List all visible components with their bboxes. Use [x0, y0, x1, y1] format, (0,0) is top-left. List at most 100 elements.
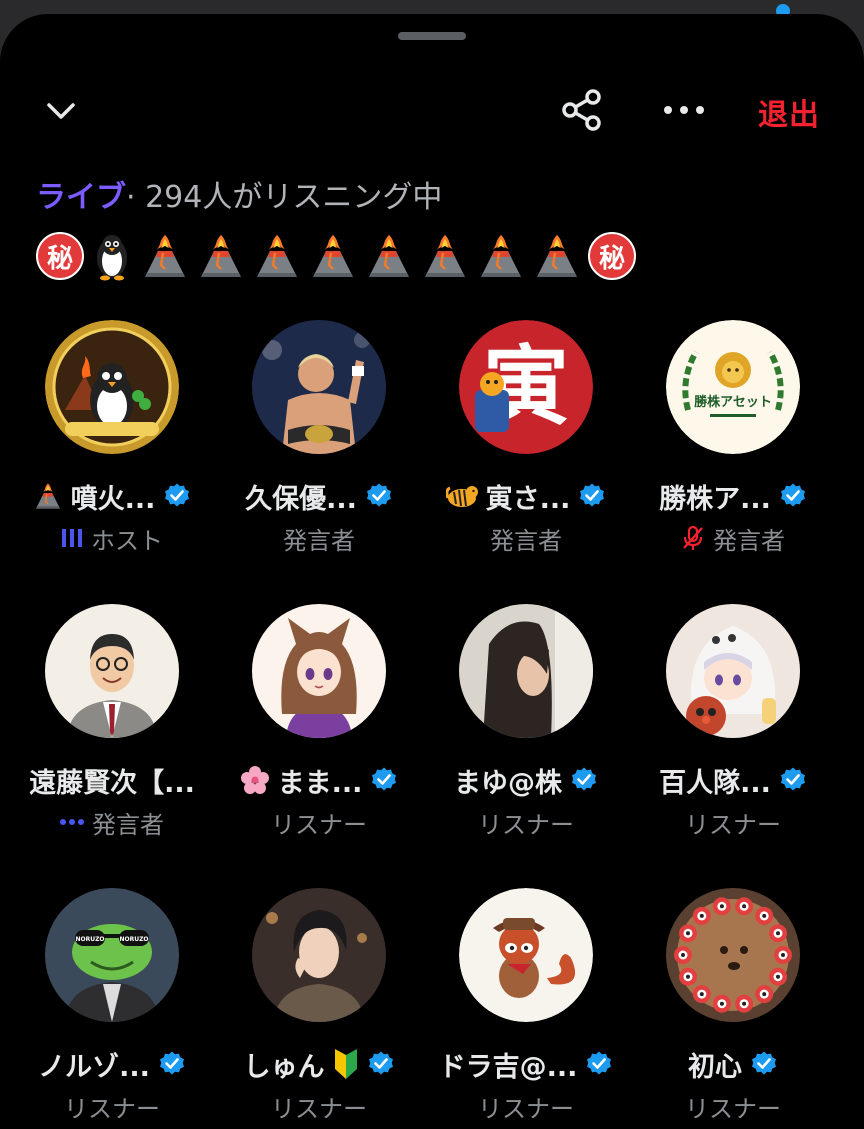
participant-name-row: ドラ吉@...	[418, 1044, 634, 1084]
verified-badge	[163, 482, 191, 510]
participant-card[interactable]: NORUZO NORUZO ノルゾ... リスナー	[4, 872, 220, 1129]
participant-role: リスナー	[271, 1094, 367, 1123]
participant-role-row: 発言者	[211, 520, 427, 556]
verified-badge-icon	[780, 483, 805, 507]
avatar[interactable]	[666, 604, 800, 738]
participant-card[interactable]: 初心リスナー	[625, 872, 841, 1129]
avatar[interactable]	[666, 888, 800, 1022]
participant-name-row: まゆ@株	[418, 760, 634, 800]
name-prefix-emoji	[445, 482, 478, 510]
verified-badge	[158, 1050, 186, 1078]
space-status: ライブ· 294人がリスニング中	[36, 172, 442, 216]
participant-name-row: 噴火...	[4, 476, 220, 516]
verified-badge-icon	[587, 1051, 612, 1075]
leave-button[interactable]: 退出	[758, 90, 820, 134]
svg-text:NORUZO: NORUZO	[119, 936, 148, 943]
participant-name: まま...	[277, 767, 363, 799]
participant-name: 寅さ...	[485, 483, 571, 515]
name-prefix-emoji	[33, 481, 63, 511]
participant-name: 勝株ア...	[659, 483, 771, 515]
space-sheet: 退出 ライブ· 294人がリスニング中 秘秘 噴火... ホスト 久保優... 発言者…	[0, 14, 864, 1129]
chevron-down-icon	[47, 103, 75, 119]
participant-role: リスナー	[685, 810, 781, 839]
volcano-icon	[420, 231, 470, 281]
avatar[interactable]	[459, 888, 593, 1022]
participant-role-row: リスナー	[625, 804, 841, 840]
cherry-blossom-icon	[240, 766, 269, 794]
name-suffix-emoji	[333, 1049, 359, 1079]
participant-card[interactable]: 寅寅さ... 発言者	[418, 304, 634, 588]
participant-name: しゅん	[243, 1051, 325, 1083]
participant-role-row: リスナー	[211, 804, 427, 840]
participant-card[interactable]: 勝株アセット勝株ア... 発言者	[625, 304, 841, 588]
participant-role: 発言者	[713, 526, 785, 555]
participant-role: ホスト	[91, 526, 163, 555]
avatar[interactable]: NORUZO NORUZO	[45, 888, 179, 1022]
participant-card[interactable]: しゅんリスナー	[211, 872, 427, 1129]
participant-card[interactable]: ドラ吉@... リスナー	[418, 872, 634, 1129]
role-status-icon	[681, 525, 705, 551]
participant-card[interactable]: まま... リスナー	[211, 588, 427, 872]
participant-card[interactable]: 久保優... 発言者	[211, 304, 427, 588]
participant-role: 発言者	[490, 526, 562, 555]
avatar[interactable]: 寅	[459, 320, 593, 454]
verified-badge-icon	[572, 767, 596, 791]
top-bar: 退出	[0, 74, 864, 144]
collapse-button[interactable]	[36, 86, 86, 136]
verified-badge	[578, 482, 606, 510]
volcano-icon	[532, 231, 582, 281]
share-icon	[562, 89, 601, 131]
avatar[interactable]	[45, 320, 179, 454]
participant-name-row: 百人隊...	[625, 760, 841, 800]
role-status-icon	[61, 527, 83, 549]
verified-badge	[750, 1050, 778, 1078]
participant-name: 噴火...	[70, 483, 156, 515]
avatar[interactable]	[459, 604, 593, 738]
verified-badge-icon	[752, 1051, 776, 1075]
participant-name-row: 勝株ア...	[625, 476, 841, 516]
more-icon	[664, 106, 704, 114]
participant-role-row: ホスト	[4, 520, 220, 556]
participant-name: まゆ@株	[454, 767, 562, 799]
participant-card[interactable]: 百人隊... リスナー	[625, 588, 841, 872]
avatar[interactable]: 勝株アセット	[666, 320, 800, 454]
avatar[interactable]	[252, 604, 386, 738]
svg-text:NORUZO: NORUZO	[75, 936, 104, 943]
participant-role-row: リスナー	[625, 1088, 841, 1124]
svg-text:勝株アセット: 勝株アセット	[694, 394, 772, 410]
live-label: ライブ	[36, 180, 126, 215]
verified-badge	[570, 766, 598, 794]
participant-name: 初心	[688, 1051, 742, 1083]
speaking-dots-icon	[60, 819, 84, 825]
drag-handle[interactable]	[398, 32, 466, 40]
penguin-icon	[90, 231, 134, 281]
participant-role-row: 発言者	[418, 520, 634, 556]
tiger-icon	[445, 486, 478, 507]
avatar[interactable]	[45, 604, 179, 738]
volcano-icon	[308, 231, 358, 281]
participant-name-row: ノルゾ...	[4, 1044, 220, 1084]
participant-name: 久保優...	[245, 483, 357, 515]
mic-off-icon	[683, 525, 703, 550]
verified-badge	[779, 766, 807, 794]
participant-card[interactable]: 噴火... ホスト	[4, 304, 220, 588]
share-button[interactable]	[556, 84, 608, 136]
verified-badge-icon	[366, 483, 391, 507]
participant-name-row: 初心	[625, 1044, 841, 1084]
verified-badge-icon	[780, 767, 805, 791]
participant-name-row: 寅さ...	[418, 476, 634, 516]
secret-icon: 秘	[36, 232, 84, 280]
verified-badge-icon	[165, 483, 190, 507]
participant-card[interactable]: 遠藤賢次【... 発言者	[4, 588, 220, 872]
volcano-icon	[476, 231, 526, 281]
participant-role-row: 発言者	[4, 804, 220, 840]
participant-name: 百人隊...	[659, 767, 771, 799]
participant-card[interactable]: まゆ@株 リスナー	[418, 588, 634, 872]
avatar[interactable]	[252, 320, 386, 454]
name-prefix-emoji	[240, 765, 270, 795]
participant-name-row: 久保優...	[211, 476, 427, 516]
volcano-icon	[35, 483, 60, 509]
participant-role-row: リスナー	[418, 1088, 634, 1124]
more-options-button[interactable]	[656, 84, 712, 136]
avatar[interactable]	[252, 888, 386, 1022]
